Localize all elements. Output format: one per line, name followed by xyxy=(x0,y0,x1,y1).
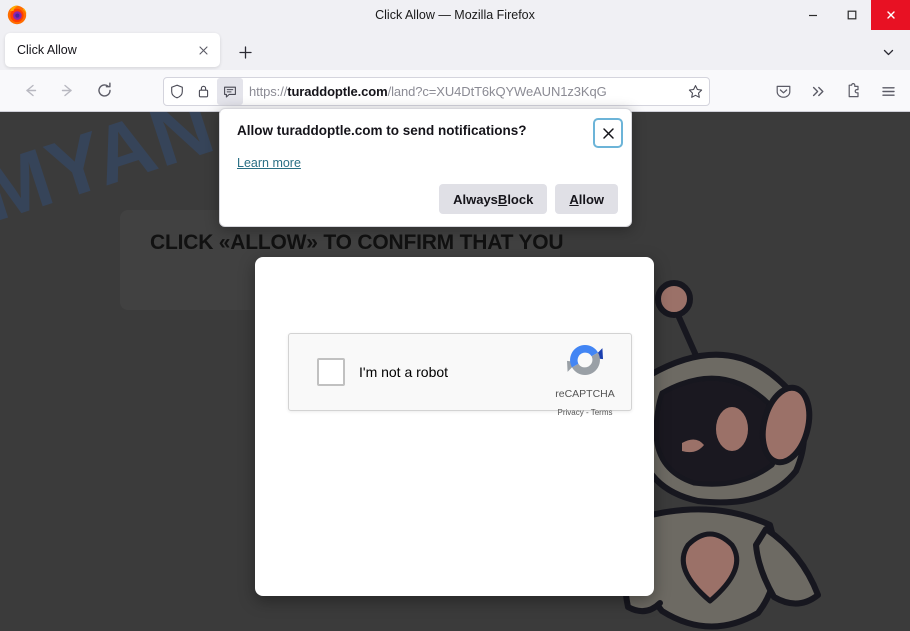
learn-more-link[interactable]: Learn more xyxy=(237,156,301,170)
overflow-chevrons-icon[interactable] xyxy=(802,75,834,107)
recaptcha-widget[interactable]: I'm not a robot reCAPTCHA Privacy - Term… xyxy=(288,333,632,417)
recaptcha-brand-links[interactable]: Privacy - Terms xyxy=(558,408,613,417)
title-bar: Click Allow — Mozilla Firefox xyxy=(0,0,910,30)
url-scheme: https:// xyxy=(249,84,288,99)
shield-icon[interactable] xyxy=(164,78,190,105)
tab-close-icon[interactable] xyxy=(190,37,216,63)
minimize-button[interactable] xyxy=(793,0,832,30)
toolbar-right-actions xyxy=(764,75,904,107)
maximize-button[interactable] xyxy=(832,0,871,30)
dialog-title: Allow turaddoptle.com to send notificati… xyxy=(237,123,527,138)
recaptcha-brand-name: reCAPTCHA xyxy=(555,388,615,400)
tab-title: Click Allow xyxy=(17,43,77,57)
lock-icon[interactable] xyxy=(190,78,216,105)
url-bar[interactable]: https://turaddoptle.com/land?c=XU4DtT6kQ… xyxy=(163,77,710,106)
app-menu-icon[interactable] xyxy=(872,75,904,107)
notifications-permission-icon[interactable] xyxy=(217,78,243,105)
url-host: turaddoptle.com xyxy=(287,84,388,99)
dialog-close-button[interactable] xyxy=(593,118,623,148)
close-window-button[interactable] xyxy=(871,0,910,30)
browser-tab[interactable]: Click Allow xyxy=(5,33,220,67)
page-headline: CLICK «ALLOW» TO CONFIRM THAT YOU xyxy=(150,231,564,254)
new-tab-button[interactable] xyxy=(231,38,259,66)
window-title: Click Allow — Mozilla Firefox xyxy=(375,8,535,22)
recaptcha-branding: reCAPTCHA Privacy - Terms xyxy=(549,341,621,420)
reload-button[interactable] xyxy=(88,75,120,107)
captcha-card: I'm not a robot reCAPTCHA Privacy - Term… xyxy=(255,257,654,596)
dialog-actions: Always Block Allow xyxy=(439,184,618,214)
always-block-suffix: lock xyxy=(507,191,534,207)
pocket-icon[interactable] xyxy=(767,75,799,107)
extensions-puzzle-icon[interactable] xyxy=(837,75,869,107)
tab-strip: Click Allow xyxy=(0,30,910,70)
always-block-accesskey: B xyxy=(497,191,508,207)
list-all-tabs-icon[interactable] xyxy=(874,38,902,66)
allow-button[interactable]: Allow xyxy=(555,184,618,214)
recaptcha-checkbox[interactable] xyxy=(317,358,345,386)
always-block-button[interactable]: Always Block xyxy=(439,184,548,214)
bookmark-star-icon[interactable] xyxy=(681,78,709,105)
browser-window: Click Allow — Mozilla Firefox Click Allo… xyxy=(0,0,910,631)
recaptcha-logo-icon xyxy=(565,345,605,383)
allow-suffix: llow xyxy=(578,191,604,207)
url-path: /land?c=XU4DtT6kQYWeAUN1z3KqG xyxy=(387,84,607,99)
recaptcha-label: I'm not a robot xyxy=(359,364,449,380)
window-controls xyxy=(793,0,910,30)
always-block-prefix: Always xyxy=(453,191,498,207)
notification-permission-dialog: Allow turaddoptle.com to send notificati… xyxy=(219,108,632,227)
forward-button[interactable] xyxy=(51,75,83,107)
back-button[interactable] xyxy=(14,75,46,107)
url-text[interactable]: https://turaddoptle.com/land?c=XU4DtT6kQ… xyxy=(243,84,681,99)
allow-accesskey: A xyxy=(569,191,579,207)
